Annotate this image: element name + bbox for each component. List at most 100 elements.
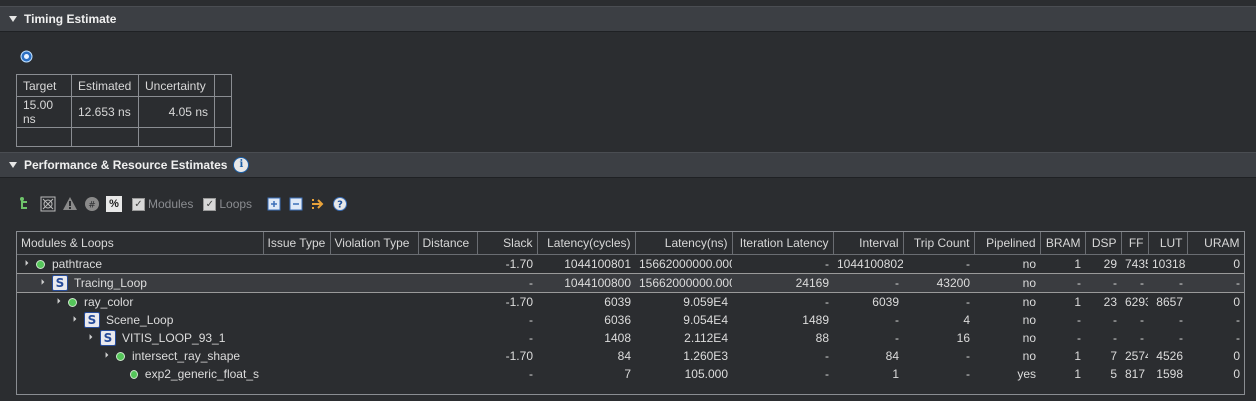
cell-interval: 1 [892,367,899,381]
table-row[interactable]: exp2_generic_float_s - 7 105.000 - 1 - yes 1 5 817… [17,365,1244,383]
cell-issue-type [263,311,330,329]
cell-slack: - [529,331,533,345]
cell-violation-type [330,329,418,347]
cell-latency-ns: 15662000000.000 [635,273,732,293]
cell-distance [418,347,477,365]
tree-cell[interactable]: S Scene_Loop [17,311,263,329]
tree-node[interactable]: exp2_generic_float_s [21,367,259,381]
cell-latency-cycles: 84 [617,349,631,363]
table-row[interactable]: S Tracing_Loop -1044100800 15662000000.000 2… [17,273,1244,293]
info-icon[interactable]: i [233,157,250,173]
tree-node[interactable]: S Tracing_Loop [21,275,259,291]
cell-pipelined: no [1022,349,1036,363]
col-uram[interactable]: URAM [1187,232,1244,255]
perf-estimates-title: Performance & Resource Estimates [24,158,228,172]
cell-uram: 0 [1233,367,1240,381]
goto-source-icon[interactable] [310,196,326,212]
col-trip-count[interactable]: Trip Count [903,232,975,255]
col-dsp[interactable]: DSP [1085,232,1122,255]
cell-ff: 2574 [1125,349,1148,363]
warning-icon[interactable] [62,196,78,212]
badge-icon[interactable]: # [84,196,100,212]
col-violation-type[interactable]: Violation Type [330,232,419,255]
cell-dsp: 7 [1110,349,1117,363]
cell-ff: 817 [1125,367,1146,381]
expand-twisty-icon[interactable] [20,260,29,268]
checkbox-check-icon: ✓ [132,197,145,211]
loops-checkbox[interactable]: ✓ Loops [203,197,252,211]
cell-uram: 0 [1233,257,1240,271]
tree-cell[interactable]: intersect_ray_shape [17,347,263,365]
expand-all-icon[interactable] [266,196,282,212]
cell-uram: - [1187,273,1244,293]
cell-dsp: 5 [1110,367,1117,381]
expand-twisty-icon[interactable] [100,352,109,360]
col-latency-ns[interactable]: Latency(ns) [635,232,733,255]
timing-estimated-value: 12.653 ns [71,96,139,128]
cell-slack: - [529,367,533,381]
collapse-all-icon[interactable] [288,196,304,212]
cell-bram: 1 [1074,367,1081,381]
cell-trip-count: - [966,257,970,271]
expand-twisty-icon[interactable] [68,316,77,324]
table-row[interactable]: S VITIS_LOOP_93_1 - 1408 2.112E4 88 - 16 no - - - - - [17,329,1244,347]
table-row[interactable]: pathtrace -1.70 1044100801 15662000000.000 -… [17,255,1244,274]
table-row[interactable]: intersect_ray_shape -1.70 84 1.260E3 - 84 - no 1… [17,347,1244,365]
col-lut[interactable]: LUT [1148,232,1188,255]
col-interval[interactable]: Interval [833,232,904,255]
tree-node[interactable]: S VITIS_LOOP_93_1 [21,330,259,346]
cell-bram: 1 [1074,295,1081,309]
hierarchy-icon[interactable] [18,196,34,212]
col-ff[interactable]: FF [1121,232,1149,255]
col-modules-loops[interactable]: Modules & Loops [17,232,264,255]
col-distance[interactable]: Distance [418,232,478,255]
tree-cell[interactable]: exp2_generic_float_s [17,365,263,383]
collapse-triangle-icon[interactable] [9,16,17,22]
tree-cell[interactable]: S VITIS_LOOP_93_1 [17,329,263,347]
cell-dsp: - [1085,273,1121,293]
col-bram[interactable]: BRAM [1040,232,1086,255]
node-label: exp2_generic_float_s [144,367,259,381]
cell-pipelined: no [1022,257,1036,271]
expand-twisty-icon[interactable] [36,279,45,287]
expand-twisty-icon[interactable] [52,298,61,306]
perf-estimates-header[interactable]: Performance & Resource Estimates i [0,152,1256,178]
col-slack[interactable]: Slack [477,232,538,255]
module-icon [68,297,77,307]
collapse-triangle-icon[interactable] [9,162,17,168]
help-icon[interactable]: ? [332,196,348,212]
percent-icon[interactable]: % [106,196,122,212]
table-row[interactable]: S Scene_Loop - 6036 9.054E4 1489 - 4 no - - - - - [17,311,1244,329]
tree-node[interactable]: ray_color [21,295,259,309]
tree-cell[interactable]: pathtrace [17,255,263,274]
table-row[interactable]: ray_color -1.70 6039 9.059E4 - 6039 - no 1 23 6293… [17,293,1244,312]
timing-estimate-header[interactable]: Timing Estimate [0,6,1256,32]
tree-node[interactable]: S Scene_Loop [21,312,259,328]
cell-latency-ns: 9.054E4 [683,313,728,327]
module-icon [129,369,138,379]
col-pipelined[interactable]: Pipelined [974,232,1041,255]
tree-node[interactable]: pathtrace [20,257,259,271]
tree-cell[interactable]: S Tracing_Loop [17,273,263,293]
cell-lut: 10318 [1152,257,1186,271]
cell-ff: - [1140,313,1144,327]
modules-checkbox[interactable]: ✓ Modules [132,197,193,211]
timing-estimate-title: Timing Estimate [24,12,117,26]
cell-slack: - [529,313,533,327]
clock-settings-icon[interactable] [20,50,33,63]
tree-node[interactable]: intersect_ray_shape [21,349,259,363]
col-latency-cycles[interactable]: Latency(cycles) [537,232,636,255]
timing-header-empty [214,74,232,97]
cell-lut: 4526 [1156,349,1183,363]
cell-distance [418,365,477,383]
node-label: Scene_Loop [106,313,174,327]
cell-lut: 1598 [1156,367,1183,381]
col-issue-type[interactable]: Issue Type [263,232,331,255]
col-iteration-latency[interactable]: Iteration Latency [732,232,834,255]
schedule-icon[interactable] [40,196,56,212]
cell-dsp: 23 [1103,295,1117,309]
cell-trip-count: - [966,349,970,363]
expand-twisty-icon[interactable] [84,334,93,342]
node-label: pathtrace [52,257,103,271]
tree-cell[interactable]: ray_color [17,293,263,312]
